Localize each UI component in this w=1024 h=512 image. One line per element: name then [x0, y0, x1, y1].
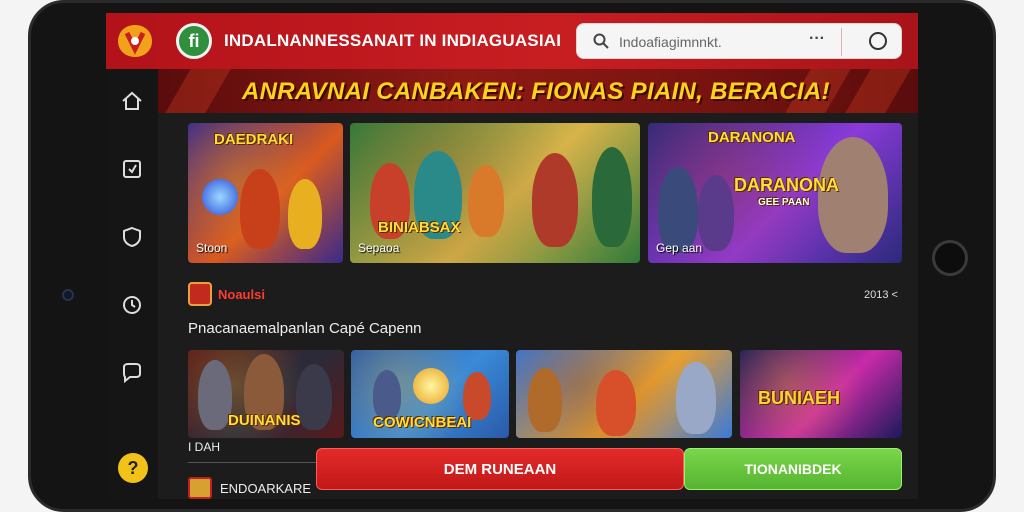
category-label[interactable]: ENDOARKARE: [220, 481, 311, 496]
search-divider: [841, 28, 842, 56]
hero-figure: [288, 179, 322, 249]
game-title: BUNIAEH: [758, 388, 841, 408]
game-title: BINIABSAX: [378, 219, 461, 236]
hero-figure: [698, 175, 734, 251]
clock-icon: [123, 296, 141, 314]
home-button[interactable]: [932, 240, 968, 276]
sidebar: ?: [106, 69, 158, 499]
sidebar-item-history[interactable]: [118, 291, 146, 319]
category-icon: [188, 477, 212, 499]
library-icon: [123, 160, 141, 178]
brand-logo[interactable]: [116, 23, 154, 59]
hero-figure: [198, 360, 232, 430]
promo-banner[interactable]: ANRAVNAI CANBAKEN: FIONAS PIAIN, BERACIA…: [158, 69, 918, 113]
hero-figure: [468, 165, 504, 237]
hero-figure: [240, 169, 280, 249]
small-caption: I DAH: [188, 440, 221, 454]
chat-icon: [123, 363, 141, 384]
game-caption: Gep aan: [656, 241, 703, 255]
shield-icon: [123, 226, 141, 248]
game-caption: Sepaoa: [358, 241, 400, 255]
game-tile[interactable]: DUINANIS: [188, 350, 344, 438]
search-input[interactable]: [619, 32, 799, 52]
divider: [188, 462, 316, 463]
game-title: DARANONA: [734, 175, 839, 195]
voice-search-icon[interactable]: [869, 32, 887, 50]
magic-orb-icon: [413, 368, 449, 404]
app-screen: fi INDALNANNESSANAIT IN INDIAGUASIAI ···: [106, 13, 918, 499]
section-meta[interactable]: 2013 <: [864, 289, 898, 301]
search-icon: [593, 33, 609, 49]
app-badge-icon[interactable]: fi: [176, 23, 212, 59]
camera-icon: [62, 289, 74, 301]
sidebar-item-library[interactable]: [118, 155, 146, 183]
hero-figure: [596, 370, 636, 436]
featured-game-tile[interactable]: BINIABSAX Sepaoa: [350, 123, 640, 263]
magic-orb-icon: [202, 179, 238, 215]
featured-game-tile[interactable]: DARANONA DARANONA GEE PAAN Gep aan: [648, 123, 902, 263]
sidebar-item-home[interactable]: [118, 87, 146, 115]
sidebar-item-messages[interactable]: [118, 359, 146, 387]
primary-action-button[interactable]: DEM RUNEAAN: [316, 448, 684, 490]
more-options-icon[interactable]: ···: [809, 30, 825, 48]
app-title: INDALNANNESSANAIT IN INDIAGUASIAI: [224, 31, 562, 50]
hero-figure: [528, 368, 562, 432]
game-title: DAEDRAKI: [214, 131, 294, 148]
hero-figure: [296, 364, 332, 430]
featured-game-tile[interactable]: DAEDRAKI Stoon: [188, 123, 343, 263]
hero-figure: [532, 153, 578, 247]
hero-figure: [463, 372, 491, 420]
home-icon: [122, 91, 142, 110]
secondary-action-button[interactable]: TIONANIBDEK: [684, 448, 902, 490]
game-tile[interactable]: BUNIAEH: [740, 350, 902, 438]
game-subtitle: GEE PAAN: [758, 197, 810, 208]
section-icon: [188, 282, 212, 306]
section-subheading: Pnacanaemalpanlan Capé Capenn: [188, 320, 422, 337]
game-title: COWICNBEAI: [373, 414, 472, 431]
hero-figure: [373, 370, 401, 420]
sidebar-item-security[interactable]: [118, 223, 146, 251]
game-title: DUINANIS: [228, 412, 301, 429]
hero-figure: [592, 147, 632, 247]
game-caption: Stoon: [196, 241, 228, 255]
search-bar[interactable]: ···: [576, 23, 902, 59]
top-bar: fi INDALNANNESSANAIT IN INDIAGUASIAI ···: [106, 13, 918, 69]
section-label[interactable]: Noaulsi: [218, 287, 265, 302]
game-tile[interactable]: [516, 350, 732, 438]
promo-banner-text: ANRAVNAI CANBAKEN: FIONAS PIAIN, BERACIA…: [242, 78, 830, 105]
game-tile[interactable]: COWICNBEAI: [351, 350, 509, 438]
game-title: DARANONA: [708, 129, 796, 146]
hero-figure: [676, 362, 716, 434]
help-button[interactable]: ?: [118, 453, 148, 483]
